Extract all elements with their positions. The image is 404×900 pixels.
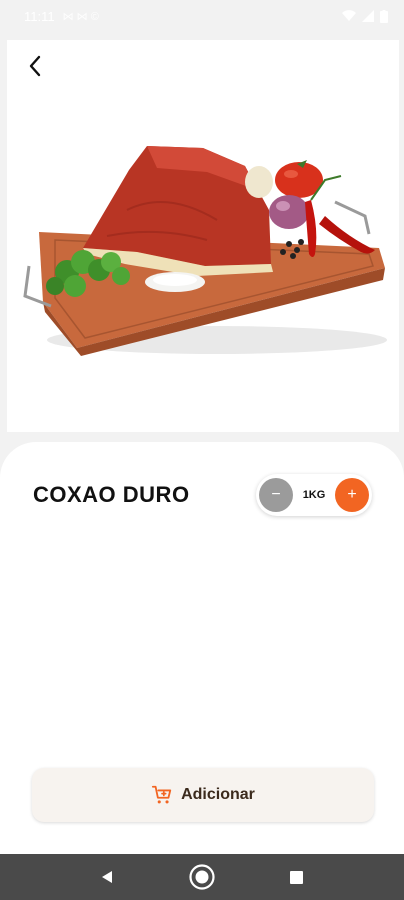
- add-button-label: Adicionar: [181, 786, 255, 803]
- status-bar: 11:11 ⋈ ⋈ ©: [0, 0, 404, 32]
- back-button[interactable]: [19, 50, 51, 82]
- quantity-stepper: − 1KG +: [256, 474, 372, 516]
- square-recent-icon: [290, 870, 304, 884]
- decrease-quantity-button[interactable]: −: [259, 478, 293, 512]
- product-details-sheet: COXAO DURO − 1KG + Adicionar: [0, 442, 404, 854]
- product-photo: [23, 146, 387, 356]
- cart-icon: [152, 785, 172, 804]
- signal-icon: [362, 10, 374, 22]
- product-name: COXAO DURO: [33, 482, 190, 507]
- quantity-value: 1KG: [302, 489, 326, 501]
- notification-icons: ⋈ ⋈ ©: [62, 10, 99, 23]
- product-image-area: [7, 40, 399, 432]
- status-time: 11:11: [24, 8, 55, 24]
- circle-home-icon: [189, 864, 215, 890]
- chevron-left-icon: [29, 55, 41, 77]
- minus-icon: −: [271, 486, 281, 503]
- add-to-cart-button[interactable]: Adicionar: [32, 768, 374, 822]
- system-navigation-bar: [0, 854, 404, 900]
- wifi-icon: [342, 10, 356, 21]
- nav-recent-apps-button[interactable]: [277, 857, 317, 897]
- nav-home-button[interactable]: [182, 857, 222, 897]
- increase-quantity-button[interactable]: +: [335, 478, 369, 512]
- plus-icon: +: [347, 486, 357, 503]
- battery-icon: [380, 9, 388, 23]
- triangle-back-icon: [102, 871, 113, 883]
- nav-back-button[interactable]: [87, 857, 127, 897]
